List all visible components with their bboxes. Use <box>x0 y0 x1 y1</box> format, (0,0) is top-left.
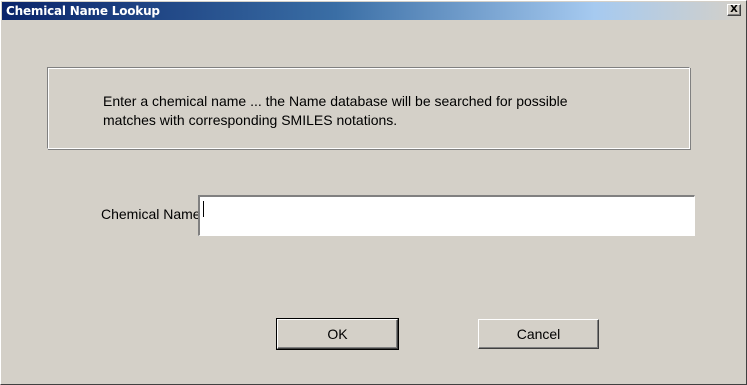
chemical-name-input[interactable] <box>198 195 695 236</box>
info-message-line-1: Enter a chemical name ... the Name datab… <box>103 93 568 109</box>
close-button[interactable]: X <box>727 4 741 16</box>
info-panel: Enter a chemical name ... the Name datab… <box>47 67 690 149</box>
title-bar[interactable]: Chemical Name Lookup X <box>2 2 743 20</box>
text-caret <box>203 201 204 217</box>
ok-button[interactable]: OK <box>276 318 399 350</box>
chemical-name-label: Chemical Name: <box>101 206 205 222</box>
info-message: Enter a chemical name ... the Name datab… <box>103 92 673 130</box>
close-icon: X <box>730 4 738 15</box>
dialog-window: Chemical Name Lookup X Enter a chemical … <box>0 0 747 385</box>
window-title: Chemical Name Lookup <box>6 4 160 18</box>
info-message-line-2: matches with corresponding SMILES notati… <box>103 112 398 128</box>
cancel-button[interactable]: Cancel <box>478 319 599 349</box>
